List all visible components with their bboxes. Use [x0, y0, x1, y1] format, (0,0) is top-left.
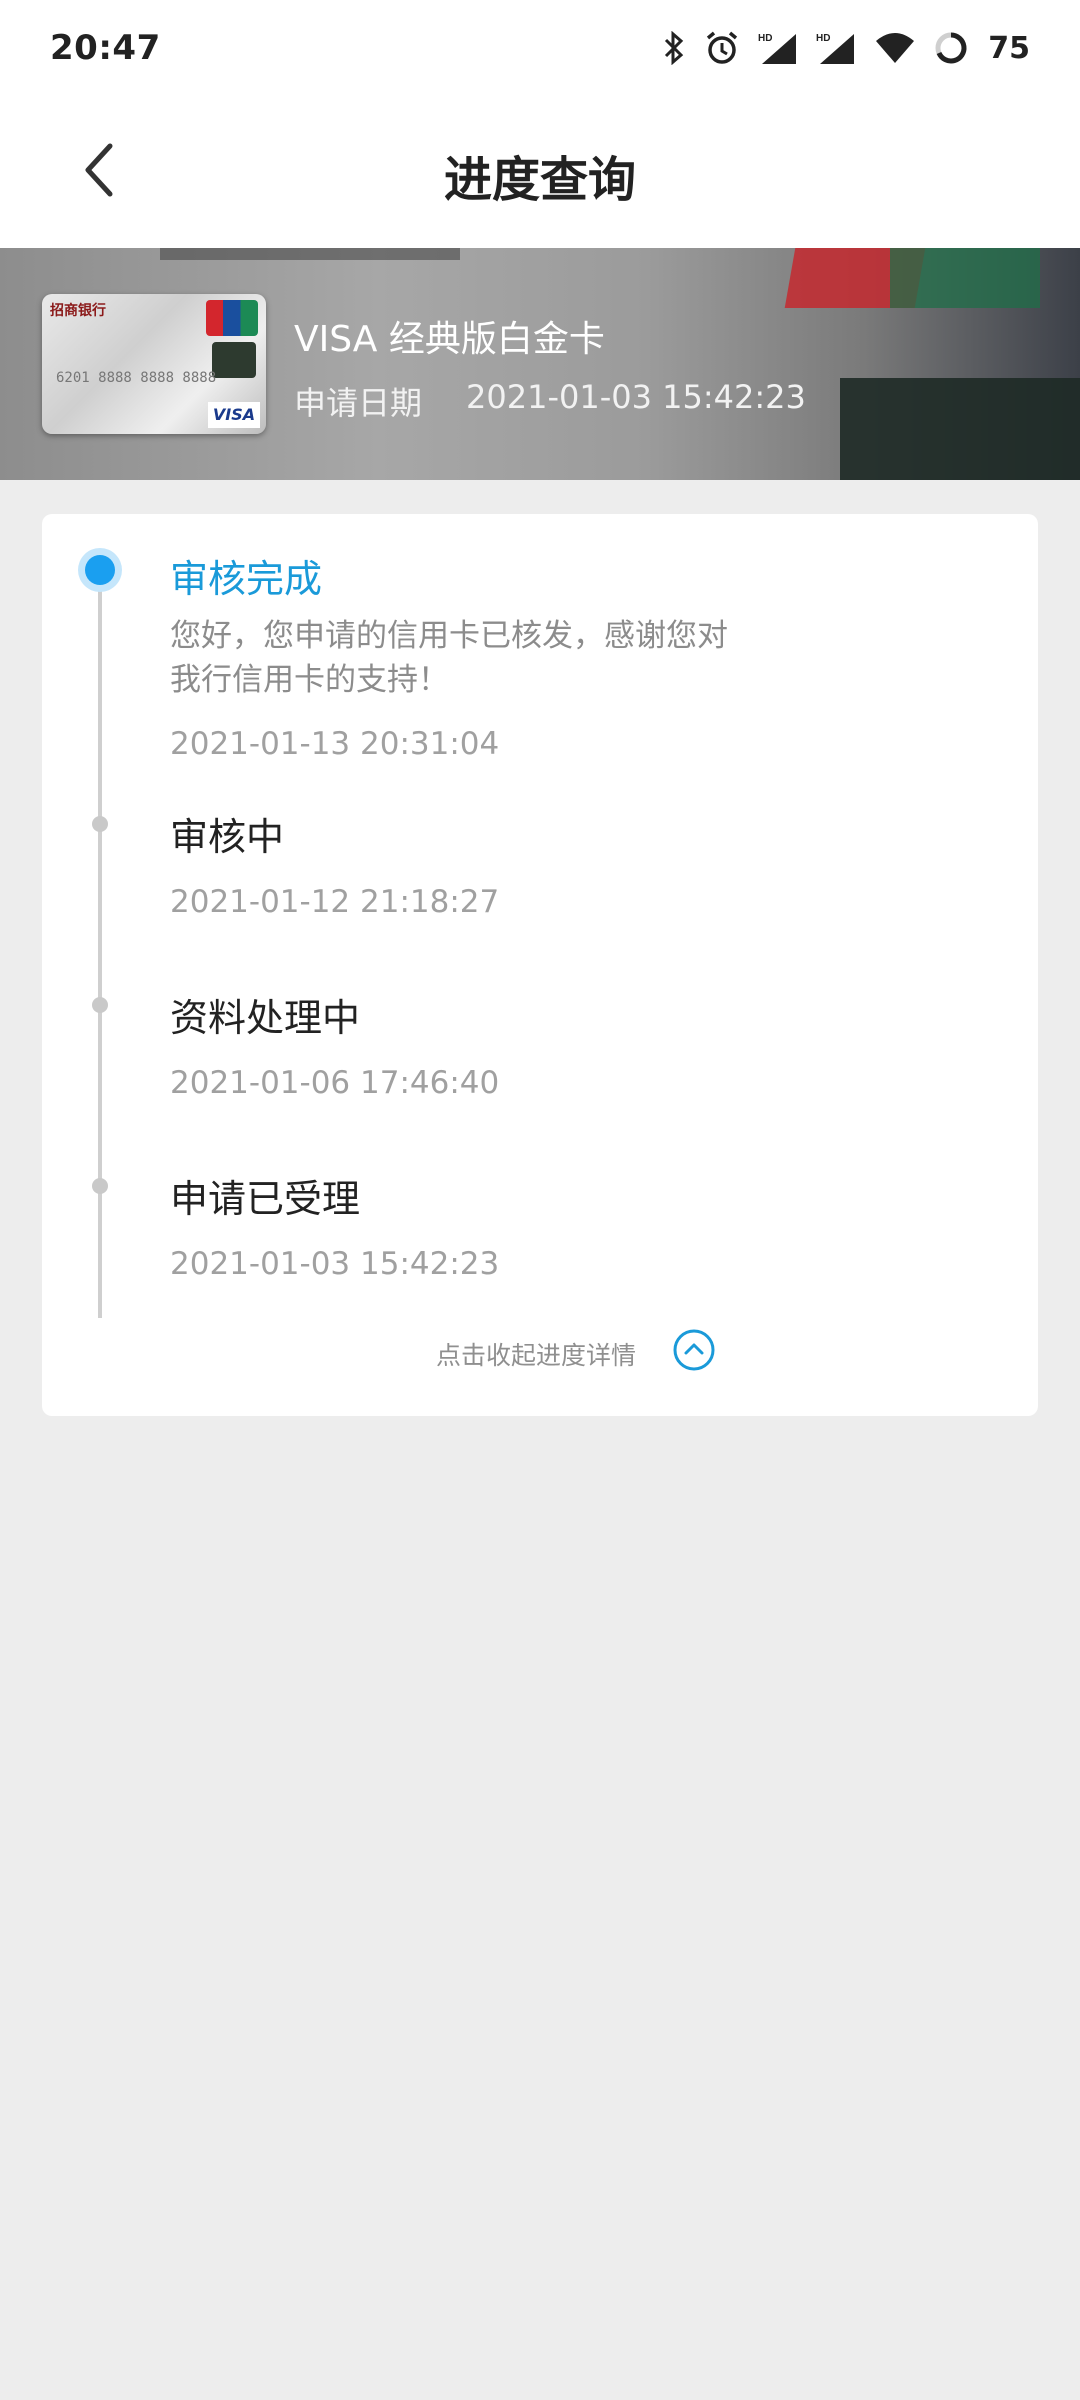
- timeline-dot-active: [78, 548, 122, 592]
- alarm-icon: [704, 30, 740, 66]
- timeline-dot: [92, 997, 108, 1013]
- card-bank-logo: 招商银行: [50, 303, 106, 319]
- step-description: 您好，您申请的信用卡已核发，感谢您对我行信用卡的支持！: [170, 618, 728, 698]
- visa-logo: VISA: [208, 402, 260, 428]
- timeline-dot: [92, 816, 108, 832]
- unionpay-logo: [206, 300, 258, 336]
- card-number: 6201 8888 8888 8888: [56, 370, 217, 386]
- apply-date-label: 申请日期: [294, 384, 423, 422]
- card-name: VISA 经典版白金卡: [294, 319, 605, 360]
- status-time: 20:47: [50, 28, 161, 68]
- step-time: 2021-01-03 15:42:23: [170, 1246, 500, 1282]
- collapse-progress-link[interactable]: 点击收起进度详情: [436, 1336, 636, 1372]
- page-title: 进度查询: [443, 152, 636, 208]
- progress-query-page: 20:47 HD HD 75 进度查询 招商银行 6201 8888 8888 …: [0, 0, 1080, 2400]
- wifi-icon: [874, 31, 916, 65]
- step-title: 资料处理中: [170, 996, 361, 1040]
- bluetooth-icon: [662, 31, 686, 65]
- apply-date-value: 2021-01-03 15:42:23: [466, 378, 806, 416]
- step-time: 2021-01-13 20:31:04: [170, 726, 500, 762]
- nav-bar: 进度查询: [0, 96, 1080, 248]
- step-time: 2021-01-12 21:18:27: [170, 884, 500, 920]
- battery-icon: [934, 31, 968, 65]
- hd-signal-icon: HD: [816, 30, 856, 66]
- banner-decoration: [160, 248, 460, 260]
- status-bar: 20:47 HD HD 75: [0, 0, 1080, 96]
- chevron-up-circle-icon[interactable]: [672, 1328, 716, 1372]
- step-title: 申请已受理: [170, 1177, 361, 1221]
- timeline-dot: [92, 1178, 108, 1194]
- battery-level: 75: [988, 30, 1030, 66]
- svg-text:HD: HD: [816, 33, 830, 44]
- timeline-line: [98, 570, 102, 1318]
- card-thumbnail: 招商银行 6201 8888 8888 8888 VISA: [42, 294, 266, 434]
- card-banner: 招商银行 6201 8888 8888 8888 VISA VISA 经典版白金…: [0, 248, 1080, 480]
- step-title: 审核完成: [170, 557, 323, 601]
- svg-text:HD: HD: [758, 33, 772, 44]
- step-title: 审核中: [170, 815, 285, 859]
- card-chip: [212, 342, 256, 378]
- banner-decoration: [840, 378, 1080, 480]
- step-time: 2021-01-06 17:46:40: [170, 1065, 500, 1101]
- status-icons: HD HD 75: [662, 30, 1030, 66]
- banner-decoration: [890, 248, 1040, 308]
- hd-signal-icon: HD: [758, 30, 798, 66]
